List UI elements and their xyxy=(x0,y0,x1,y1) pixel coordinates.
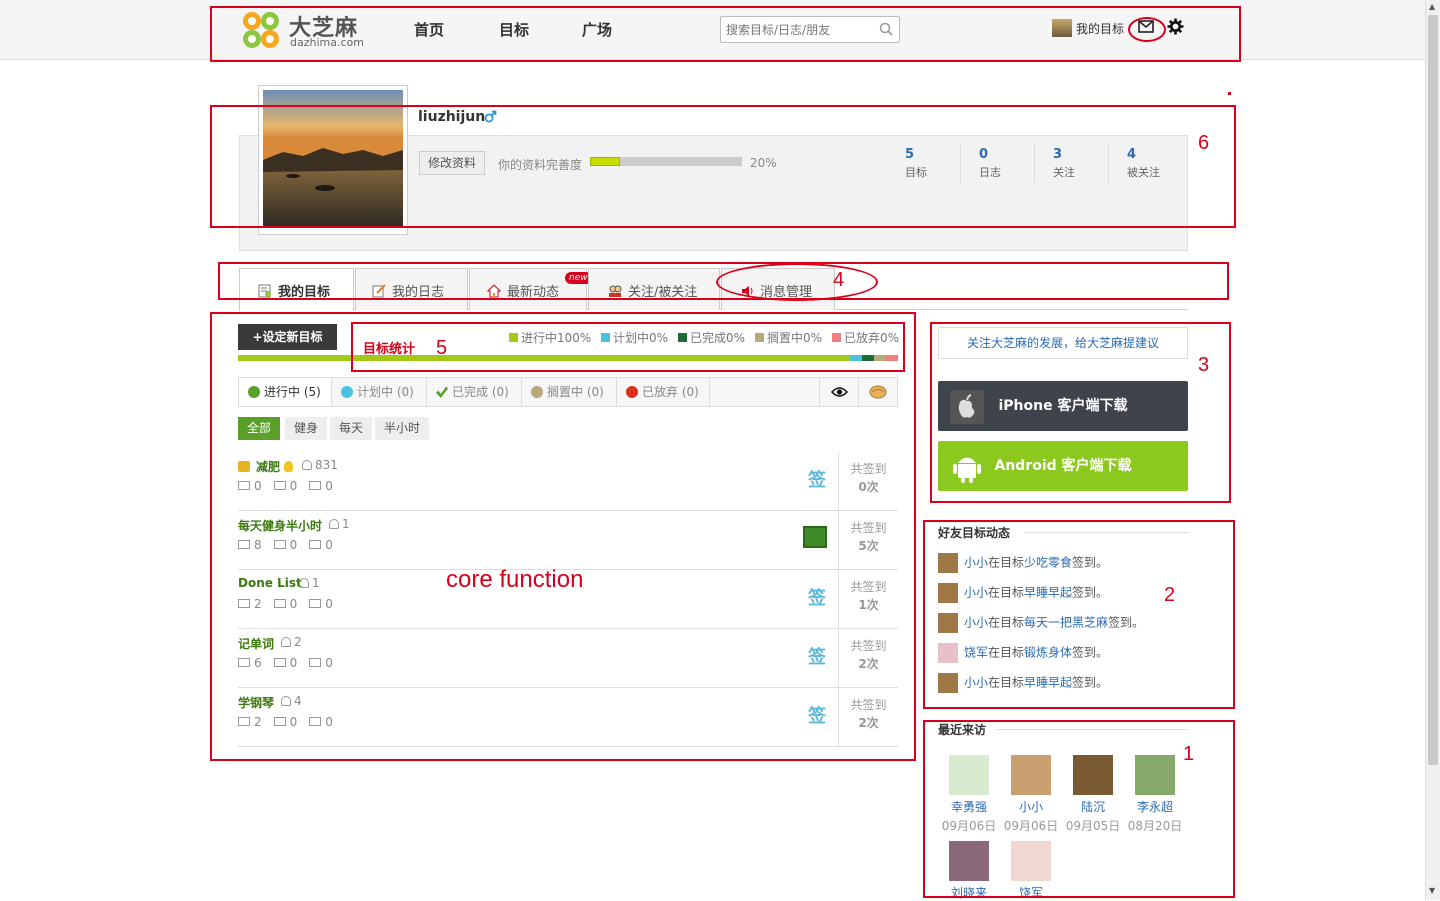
annotation-number-2: 2 xyxy=(1164,584,1176,606)
annotation-box-feed xyxy=(923,520,1235,709)
scroll-up-arrow-icon[interactable]: ▲ xyxy=(1429,2,1435,11)
annotation-box-profile xyxy=(210,105,1236,228)
annotation-number-1: 1 xyxy=(1183,743,1195,765)
annotation-box-downloads xyxy=(930,322,1231,503)
annotation-box-header xyxy=(210,6,1241,62)
annotation-number-4: 4 xyxy=(833,269,845,291)
annotation-number-5: 5 xyxy=(436,337,448,359)
annotation-number-6: 6 xyxy=(1198,132,1210,154)
scroll-down-arrow-icon[interactable]: ▼ xyxy=(1429,886,1435,895)
annotation-dot xyxy=(1228,92,1231,95)
annotation-number-3: 3 xyxy=(1198,354,1210,376)
page-scrollbar[interactable]: ▲ ▼ xyxy=(1425,0,1440,900)
annotation-core-function: core function xyxy=(446,566,584,593)
scroll-thumb[interactable] xyxy=(1428,15,1438,765)
annotation-ellipse-messages xyxy=(716,263,878,301)
annotation-ellipse-mail xyxy=(1128,17,1166,42)
annotation-box-core xyxy=(210,312,916,761)
